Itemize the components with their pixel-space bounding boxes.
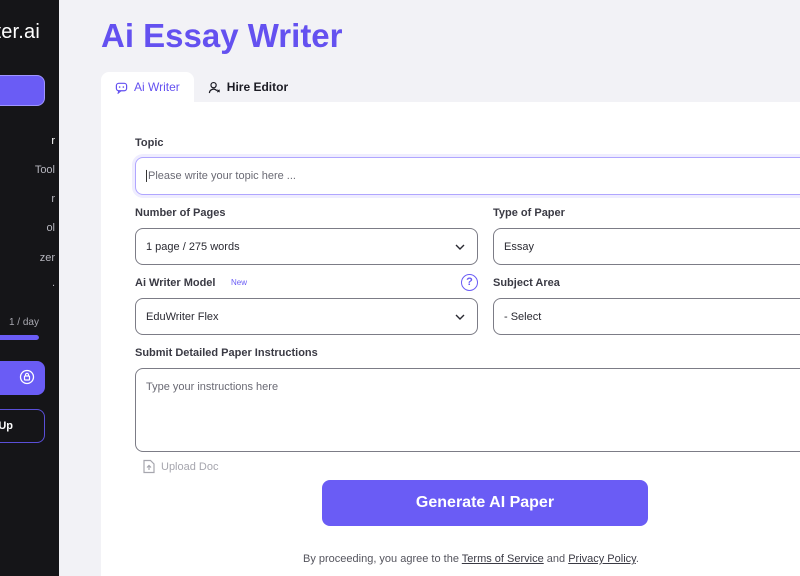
instructions-textarea[interactable]: Type your instructions here (135, 368, 800, 452)
upload-file-icon (143, 459, 155, 474)
subject-label: Subject Area (493, 277, 560, 289)
tab-hire-editor-label: Hire Editor (226, 80, 289, 94)
topic-placeholder: Please write your topic here ... (148, 169, 296, 182)
usage-limit-label: 1 / day (8, 317, 39, 328)
sidebar-item-writer[interactable]: r (51, 193, 55, 205)
pages-select[interactable]: 1 page / 275 words (135, 228, 478, 265)
legal-notice: By proceeding, you agree to the Terms of… (303, 553, 639, 565)
terms-link[interactable]: Terms of Service (462, 553, 544, 565)
usage-progress-fill (0, 335, 39, 340)
tab-ai-writer[interactable]: Ai Writer (101, 72, 194, 102)
topic-input[interactable]: Please write your topic here ... (135, 157, 800, 195)
sidebar-item-analyzer[interactable]: zer (40, 252, 55, 264)
pages-label: Number of Pages (135, 207, 226, 219)
pages-value: 1 page / 275 words (146, 240, 240, 253)
chevron-down-icon (455, 314, 465, 320)
paper-type-select[interactable]: Essay (493, 228, 800, 265)
tab-bar: Ai Writer Hire Editor (101, 72, 302, 102)
model-select[interactable]: EduWriter Flex (135, 298, 478, 335)
subject-select[interactable]: - Select (493, 298, 800, 335)
lock-badge-icon (19, 369, 35, 385)
upload-doc-button[interactable]: Upload Doc (142, 459, 218, 474)
upgrade-button[interactable] (0, 361, 45, 395)
chevron-down-icon (455, 244, 465, 250)
logo: ter.ai (0, 21, 40, 43)
topic-label: Topic (135, 137, 164, 149)
legal-suffix: . (635, 553, 639, 565)
generate-paper-button[interactable]: Generate AI Paper (322, 480, 648, 526)
instructions-placeholder: Type your instructions here (146, 381, 279, 393)
sign-up-button[interactable]: Up (0, 409, 45, 443)
new-badge: New (231, 278, 248, 287)
legal-and: and (543, 553, 569, 565)
usage-progress-bar (0, 335, 39, 340)
paper-type-label: Type of Paper (493, 207, 565, 219)
sidebar-item-essay-writer[interactable]: r (51, 135, 55, 147)
sidebar-item-more[interactable]: . (52, 277, 55, 289)
sidebar-item-tool-2[interactable]: ol (46, 222, 55, 234)
sidebar-item-tool[interactable]: Tool (35, 164, 55, 176)
model-value: EduWriter Flex (146, 310, 219, 323)
chat-bot-icon (115, 82, 128, 94)
text-caret (146, 170, 147, 183)
privacy-link[interactable]: Privacy Policy (568, 553, 636, 565)
instructions-label: Submit Detailed Paper Instructions (135, 347, 318, 359)
help-icon[interactable]: ? (461, 274, 478, 291)
sign-up-label: Up (0, 420, 13, 432)
model-label: Ai Writer Model (135, 277, 216, 289)
user-icon (208, 81, 220, 93)
legal-prefix: By proceeding, you agree to the (303, 553, 462, 565)
tab-ai-writer-label: Ai Writer (134, 80, 180, 94)
subject-value: - Select (504, 310, 542, 323)
tab-hire-editor[interactable]: Hire Editor (194, 72, 302, 102)
upload-doc-label: Upload Doc (161, 460, 219, 473)
page-title: Ai Essay Writer (101, 17, 343, 54)
sidebar-primary-button[interactable] (0, 75, 45, 106)
sidebar: ter.ai r Tool r ol zer . 1 / day Up (0, 0, 59, 576)
paper-type-value: Essay (504, 240, 534, 253)
